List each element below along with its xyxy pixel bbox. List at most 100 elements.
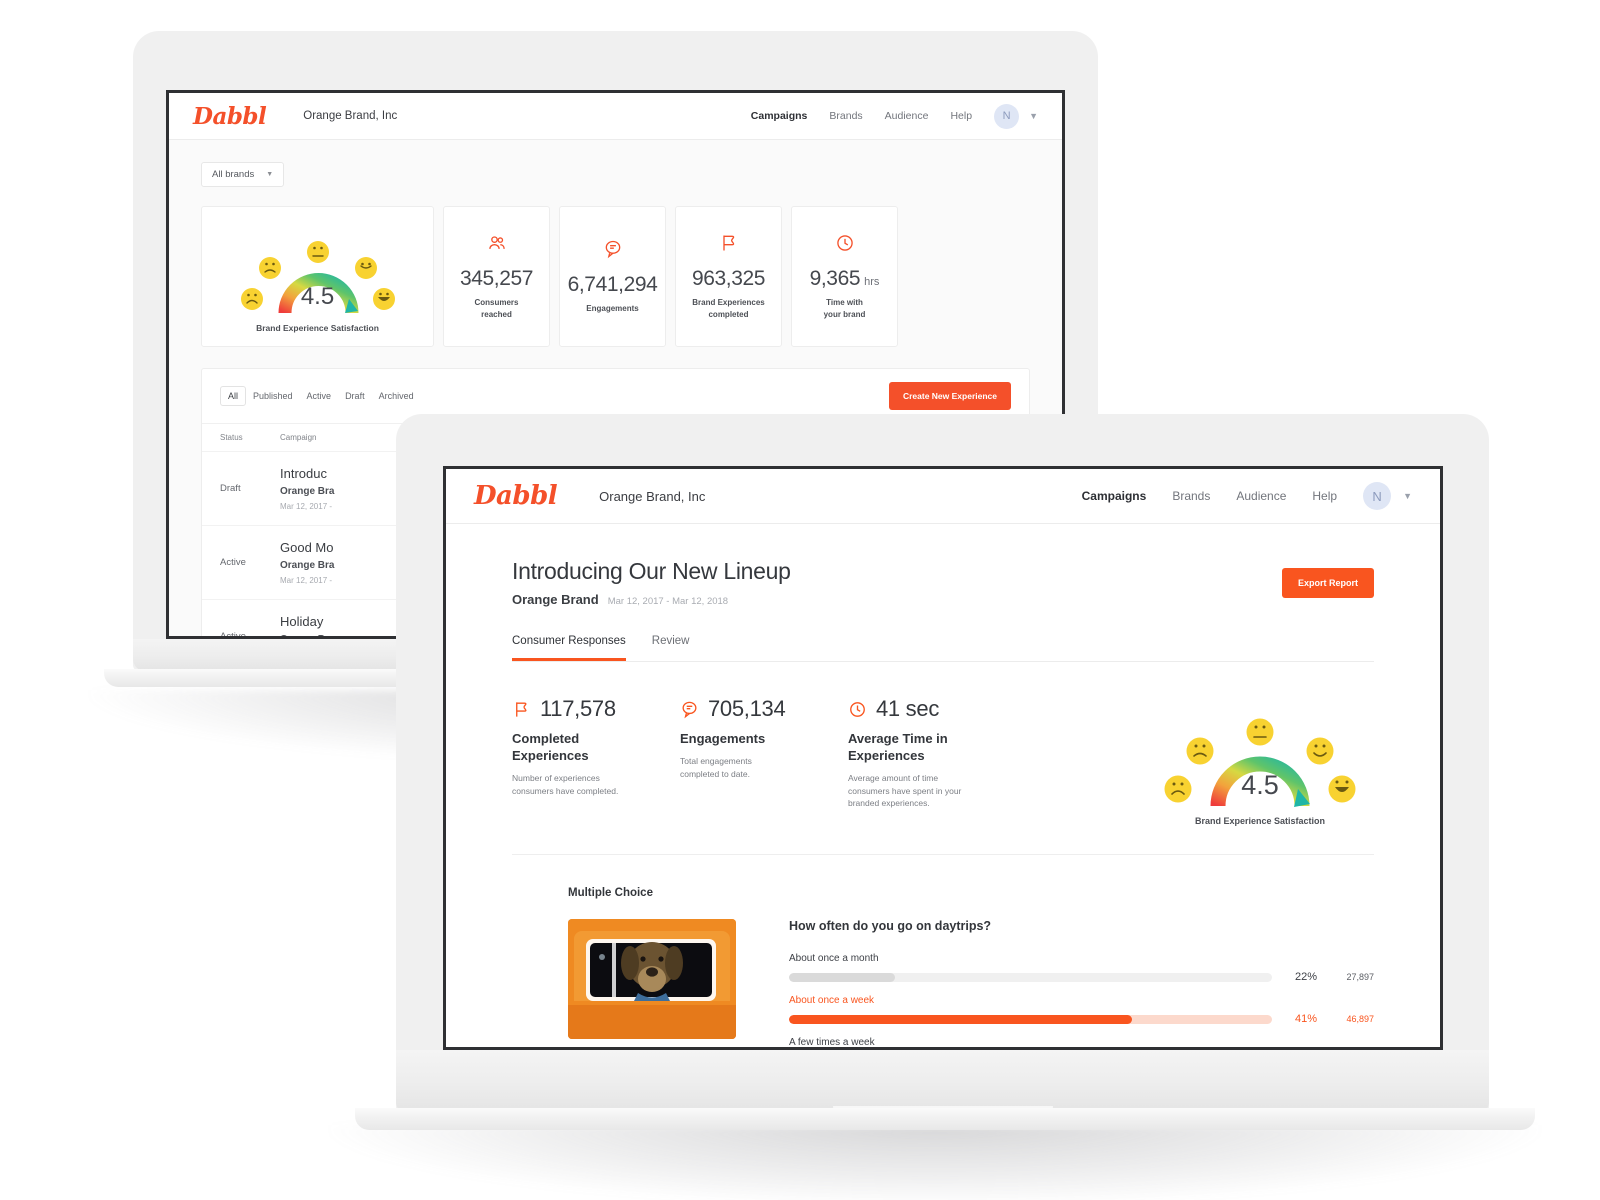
- metric-value-row: 705,134: [680, 696, 848, 722]
- screenshot-root: Dabbl Orange Brand, Inc Campaigns Brands…: [0, 0, 1600, 1200]
- option-label: About once a week: [789, 995, 875, 1006]
- page-subtitle: Orange Brand Mar 12, 2017 - Mar 12, 2018: [512, 592, 791, 607]
- gauge-score: 4.5: [1241, 770, 1279, 800]
- page-date-range: Mar 12, 2017 - Mar 12, 2018: [607, 596, 729, 607]
- question-block: Multiple Choice How often do you go on d…: [512, 887, 1374, 1048]
- stat-label: Brand Experiences completed: [692, 297, 765, 319]
- page-header-text: Introducing Our New Lineup Orange Brand …: [512, 558, 791, 607]
- option-bar-fill: [789, 1014, 1132, 1024]
- filter-tab-archived[interactable]: Archived: [372, 387, 421, 405]
- stat-value: 963,325: [691, 266, 766, 290]
- column-campaign: Campaign: [280, 433, 317, 442]
- satisfaction-gauge-block: 4.5 Brand Experience Satisfaction: [1152, 696, 1368, 826]
- metric-description: Total engagements completed to date.: [680, 755, 752, 779]
- nav-item-brands[interactable]: Brands: [829, 110, 862, 122]
- stat-value-row: 9,365 hrs: [810, 267, 880, 291]
- front-main-nav: Campaigns Brands Audience Help N ▼: [1082, 482, 1412, 510]
- back-topbar: Dabbl Orange Brand, Inc Campaigns Brands…: [169, 93, 1062, 140]
- report-tabs: Consumer Responses Review: [512, 635, 1374, 662]
- back-main-nav: Campaigns Brands Audience Help N ▼: [751, 103, 1038, 129]
- metric-heading: Completed Experiences: [512, 731, 589, 763]
- stat-value: 9,365: [809, 266, 861, 290]
- chevron-down-icon[interactable]: ▼: [1029, 111, 1038, 121]
- answer-option: A few times a week 17% 20,891: [789, 1037, 1374, 1048]
- chevron-down-icon[interactable]: ▼: [1403, 491, 1412, 501]
- nav-item-campaigns[interactable]: Campaigns: [751, 110, 808, 122]
- stat-card-experiences-completed: 963,325 Brand Experiences completed: [675, 206, 782, 347]
- create-new-experience-button[interactable]: Create New Experience: [888, 382, 1011, 410]
- avatar[interactable]: N: [1363, 482, 1392, 510]
- stat-label: Time with your brand: [823, 297, 866, 319]
- row-campaign: Good Mo Orange Bra Mar 12, 2017 -: [280, 540, 335, 585]
- dog-in-car-photo: [568, 919, 736, 1039]
- face-neutral: [1246, 718, 1274, 746]
- filter-tab-published[interactable]: Published: [246, 387, 300, 405]
- front-topbar: Dabbl Orange Brand, Inc Campaigns Brands…: [446, 469, 1440, 524]
- satisfaction-gauge: 4.5: [229, 221, 407, 317]
- metric-value: 705,134: [708, 696, 786, 721]
- nav-item-audience[interactable]: Audience: [885, 110, 929, 122]
- chevron-down-icon: ▼: [266, 171, 274, 178]
- export-report-button[interactable]: Export Report: [1281, 568, 1374, 598]
- stat-card-time-with-brand: 9,365 hrs Time with your brand: [791, 206, 898, 347]
- question-body: How often do you go on daytrips? About o…: [568, 919, 1374, 1048]
- row-campaign: Holiday Orange Bra Mar 12, 2017 -: [280, 614, 334, 636]
- brand-filter-dropdown[interactable]: All brands ▼: [201, 162, 285, 187]
- option-count: 46,897: [1346, 1014, 1374, 1024]
- face-neutral: [306, 240, 329, 263]
- metric-heading: Engagements: [680, 731, 766, 746]
- nav-item-brands[interactable]: Brands: [1172, 489, 1210, 503]
- row-status: Draft: [220, 483, 241, 494]
- dabbl-logo[interactable]: Dabbl: [193, 105, 267, 128]
- front-app-window: Dabbl Orange Brand, Inc Campaigns Brands…: [446, 469, 1440, 1047]
- filter-tab-draft[interactable]: Draft: [338, 387, 372, 405]
- metric-value-row: 117,578: [512, 696, 680, 722]
- satisfaction-gauge: 4.5: [1152, 696, 1368, 812]
- nav-item-help[interactable]: Help: [1312, 489, 1337, 503]
- page-header: Introducing Our New Lineup Orange Brand …: [512, 558, 1374, 607]
- avatar[interactable]: N: [994, 103, 1020, 129]
- front-laptop-foot: [355, 1108, 1535, 1130]
- chat-bubble-icon: [682, 701, 697, 718]
- stat-unit: hrs: [864, 275, 880, 288]
- stat-value: 6,741,294: [567, 272, 658, 296]
- nav-item-campaigns[interactable]: Campaigns: [1082, 489, 1147, 503]
- row-status: Active: [220, 557, 246, 568]
- option-label: About once a month: [789, 953, 879, 964]
- org-name: Orange Brand, Inc: [303, 110, 398, 122]
- metric-average-time: 41 sec Average Time in Experiences Avera…: [848, 696, 1024, 826]
- metric-value: 41 sec: [876, 696, 940, 721]
- face-happy: [354, 256, 377, 279]
- option-count: 27,897: [1346, 972, 1374, 982]
- filter-tab-active[interactable]: Active: [300, 387, 339, 405]
- clock-icon: [836, 234, 853, 251]
- face-sad: [1186, 737, 1214, 765]
- filter-tab-all[interactable]: All: [220, 386, 247, 406]
- answer-option: About once a month 22% 27,897: [789, 953, 1374, 983]
- question-type-label: Multiple Choice: [568, 887, 653, 899]
- option-bar: [789, 972, 1272, 982]
- question-results: How often do you go on daytrips? About o…: [789, 919, 1374, 1048]
- stat-card-row: 4.5 Brand Experience Satisfaction 345,25…: [201, 206, 1030, 347]
- dabbl-logo[interactable]: Dabbl: [474, 483, 558, 509]
- front-laptop-screen: Dabbl Orange Brand, Inc Campaigns Brands…: [443, 466, 1443, 1050]
- stat-label: Engagements: [586, 303, 639, 313]
- option-bar: [789, 1014, 1272, 1024]
- stat-card-consumers-reached: 345,257 Consumers reached: [443, 206, 550, 347]
- question-text: How often do you go on daytrips?: [789, 919, 992, 933]
- tab-consumer-responses[interactable]: Consumer Responses: [512, 635, 626, 661]
- metric-engagements: 705,134 Engagements Total engagements co…: [680, 696, 848, 826]
- org-name: Orange Brand, Inc: [599, 488, 706, 504]
- nav-item-audience[interactable]: Audience: [1236, 489, 1286, 503]
- front-content-area: Introducing Our New Lineup Orange Brand …: [446, 524, 1440, 1048]
- option-percent: 41%: [1294, 1013, 1317, 1025]
- gauge-card: 4.5 Brand Experience Satisfaction: [201, 206, 434, 347]
- row-status: Active: [220, 631, 246, 639]
- gauge-caption: Brand Experience Satisfaction: [256, 322, 379, 333]
- flag-icon: [516, 701, 527, 717]
- tab-review[interactable]: Review: [652, 635, 690, 661]
- stat-value: 345,257: [459, 266, 534, 290]
- option-label: A few times a week: [789, 1037, 875, 1048]
- nav-item-help[interactable]: Help: [950, 110, 972, 122]
- metrics-row: 117,578 Completed Experiences Number of …: [512, 696, 1374, 855]
